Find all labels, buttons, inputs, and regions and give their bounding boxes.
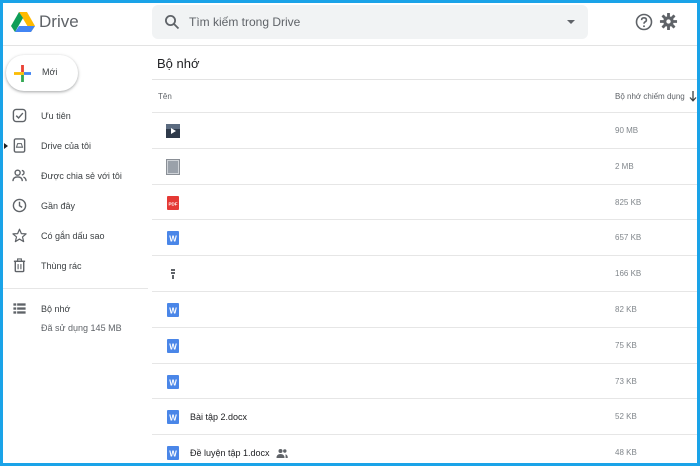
file-size: 166 KB [615,269,642,279]
app-name[interactable]: Drive [39,12,79,32]
star-icon [12,228,27,243]
sidebar-item-label: Có gắn dấu sao [41,231,105,241]
sidebar-item-recent[interactable]: Gần đây [3,195,148,217]
expand-arrow-icon[interactable] [4,143,8,149]
file-size: 2 MB [615,161,634,171]
svg-text:W: W [169,342,177,351]
file-row[interactable]: W Bài tập 2.docx 52 KB [152,398,697,434]
top-bar: Drive Tìm kiếm trong Drive [3,3,697,46]
title-divider [152,79,697,80]
pdf-file-icon: PDF [166,195,180,211]
file-row[interactable]: PDF 825 KB [152,183,697,220]
page-title: Bộ nhớ [157,56,200,71]
check-square-icon [12,108,27,123]
svg-text:PDF: PDF [169,201,178,206]
svg-text:W: W [169,306,177,315]
column-header-name[interactable]: Tên [158,92,172,101]
sort-descending-arrow-icon[interactable] [689,90,697,102]
file-row[interactable]: 166 KB [152,255,697,291]
svg-text:W: W [169,378,177,387]
file-row[interactable]: 90 MB [152,112,697,148]
video-file-icon [166,123,180,139]
storage-usage-text: Đã sử dụng 145 MB [41,323,122,333]
file-row[interactable]: W Đề luyện tập 1.docx 48 KB [152,434,697,463]
file-size: 657 KB [615,233,642,243]
search-icon[interactable] [164,14,180,30]
sidebar-item-starred[interactable]: Có gắn dấu sao [3,225,148,247]
search-options-icon[interactable] [566,17,576,27]
sidebar-item-label: Được chia sẻ với tôi [41,171,122,181]
people-icon [12,169,27,182]
settings-gear-icon[interactable] [659,12,678,31]
file-size: 825 KB [615,197,642,207]
word-doc-icon: W [166,338,180,354]
file-list: 90 MB 2 MB PDF 825 KB W 657 KB 166 KB W 82 KB W 75… [152,112,697,463]
my-drive-icon [13,138,26,153]
search-input[interactable]: Tìm kiếm trong Drive [189,15,300,29]
sidebar-item-label: Drive của tôi [41,141,92,151]
storage-list-icon [13,303,26,314]
file-name[interactable]: Đề luyện tập 1.docx [190,448,270,458]
word-doc-icon: W [166,409,180,425]
sidebar-item-my-drive[interactable]: Drive của tôi [3,135,148,157]
file-size: 73 KB [615,376,637,386]
word-doc-icon: W [166,445,180,461]
shared-people-icon [276,446,288,459]
sidebar-item-trash[interactable]: Thùng rác [3,255,148,277]
file-size: 90 MB [615,126,639,135]
zip-file-icon [166,266,180,282]
svg-text:W: W [169,450,177,459]
image-file-icon [166,158,180,175]
column-header-size[interactable]: Bộ nhớ chiếm dụng [615,92,685,101]
word-doc-icon: W [166,374,180,390]
svg-text:W: W [169,235,177,244]
svg-text:W: W [169,414,177,423]
new-button-label: Mới [42,67,58,77]
sidebar-divider [3,288,148,289]
file-row[interactable]: W 73 KB [152,362,697,399]
sidebar-item-label: Bộ nhớ [41,304,71,314]
help-icon[interactable] [635,13,653,31]
sidebar-item-shared-with-me[interactable]: Được chia sẻ với tôi [3,165,148,187]
file-row[interactable]: W 82 KB [152,290,697,327]
word-doc-icon: W [166,302,180,318]
sidebar-item-priority[interactable]: Ưu tiên [3,105,148,127]
sidebar-item-storage[interactable]: Bộ nhớ [3,298,148,320]
file-row[interactable]: W 75 KB [152,326,697,363]
search-bar[interactable]: Tìm kiếm trong Drive [152,5,588,39]
file-name[interactable]: Bài tập 2.docx [190,412,247,422]
file-size: 75 KB [615,340,637,350]
file-size: 52 KB [615,412,637,422]
sidebar-item-label: Gần đây [41,201,76,211]
file-row[interactable]: W 657 KB [152,219,697,255]
word-doc-icon: W [166,230,180,246]
sidebar-item-label: Ưu tiên [41,111,71,121]
drive-logo-icon[interactable] [11,11,35,33]
new-button[interactable]: Mới [6,55,78,91]
file-size: 48 KB [615,448,637,458]
sidebar-item-label: Thùng rác [41,261,82,271]
drive-window: Drive Tìm kiếm trong Drive Mới Ưu tiên D… [3,3,697,463]
trash-icon [13,258,26,273]
file-row[interactable]: 2 MB [152,147,697,184]
file-size: 82 KB [615,304,637,314]
plus-icon [14,65,31,82]
clock-icon [12,198,27,213]
